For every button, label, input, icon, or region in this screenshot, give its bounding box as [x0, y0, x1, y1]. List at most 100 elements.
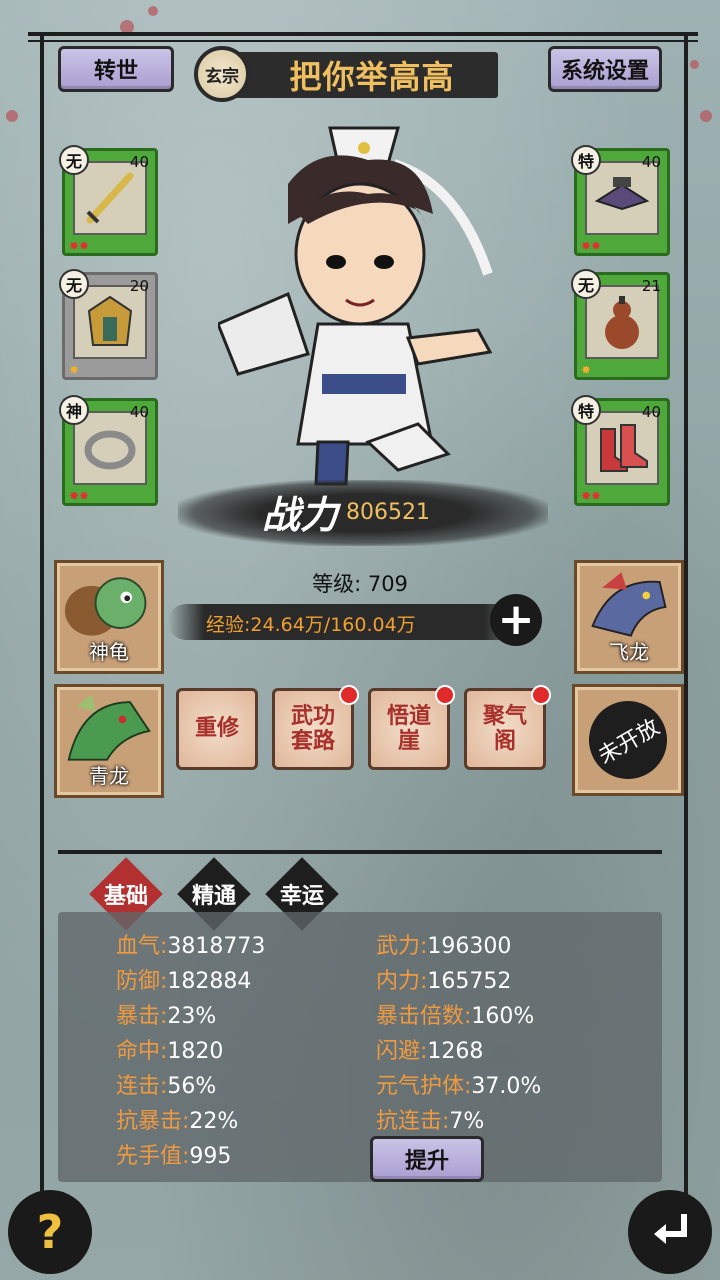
quality-tag: 无	[59, 269, 89, 299]
power-label: 战力	[262, 493, 339, 537]
stat-value: 3818773	[167, 934, 266, 959]
martial-arts-label: 武功套路	[290, 702, 335, 754]
retrain-button[interactable]: 重修	[176, 688, 258, 770]
equip-level: 20	[129, 277, 149, 295]
turtle-icon	[63, 569, 155, 641]
sword-icon	[73, 161, 147, 235]
system-settings-button[interactable]: 系统设置	[548, 46, 662, 92]
stat-value: 182884	[167, 969, 252, 994]
sect-badge: 玄宗	[194, 46, 250, 102]
notification-dot	[339, 685, 359, 705]
enlightenment-cliff-label: 悟道崖	[386, 702, 431, 754]
beast-slot-flying-dragon[interactable]: 飞龙	[574, 560, 684, 674]
stat-row: 先手值:995	[116, 1138, 231, 1170]
stat-value: 196300	[427, 934, 512, 959]
player-name: 把你举高高	[289, 58, 455, 96]
beast-name: 青龙	[89, 764, 129, 788]
blossom-decoration	[700, 110, 712, 122]
stat-value: 1268	[427, 1039, 484, 1064]
equip-level: 40	[641, 153, 661, 171]
equip-slot-armor[interactable]: 无 20 ✸	[59, 269, 158, 380]
tab-label: 幸运	[279, 884, 324, 909]
reincarnate-button[interactable]: 转世	[58, 46, 174, 92]
player-name-bar: 把你举高高	[232, 52, 498, 98]
stat-key: 暴击:	[116, 1004, 168, 1029]
quality-tag: 神	[59, 395, 89, 425]
stat-value: 165752	[427, 969, 512, 994]
qi-pavilion-label: 聚气阁	[482, 702, 527, 754]
star-rating: ✸	[69, 363, 80, 377]
blossom-decoration	[690, 60, 699, 69]
stat-row: 元气护体:37.0%	[376, 1068, 541, 1100]
notification-dot	[531, 685, 551, 705]
stat-row: 命中:1820	[116, 1033, 223, 1065]
boots-icon	[585, 411, 659, 485]
stat-key: 防御:	[116, 969, 168, 994]
stat-value: 37.0%	[471, 1074, 542, 1099]
beast-slot-azure-dragon[interactable]: 青龙	[54, 684, 164, 798]
martial-arts-button[interactable]: 武功套路	[272, 685, 359, 770]
equip-slot-boots[interactable]: 特 40 ✸✸	[571, 395, 670, 506]
stat-key: 暴击倍数:	[376, 1004, 472, 1029]
stat-key: 闪避:	[376, 1039, 428, 1064]
equip-level: 21	[641, 277, 661, 295]
notification-dot	[435, 685, 455, 705]
stat-value: 1820	[167, 1039, 224, 1064]
locked-slot: 未开放	[572, 684, 684, 796]
equip-level: 40	[129, 153, 149, 171]
beast-name: 神龟	[89, 640, 129, 664]
stat-row: 血气:3818773	[116, 928, 265, 960]
blossom-decoration	[148, 6, 158, 16]
star-rating: ✸	[581, 363, 592, 377]
stat-row: 抗暴击:22%	[116, 1103, 238, 1135]
tab-label: 基础	[103, 884, 148, 909]
gourd-icon	[585, 285, 659, 359]
stat-key: 命中:	[116, 1039, 168, 1064]
equip-level: 40	[129, 403, 149, 421]
return-arrow-icon	[646, 1206, 694, 1258]
star-rating: ✸✸	[581, 239, 602, 253]
stat-row: 内力:165752	[376, 963, 511, 995]
stat-row: 武力:196300	[376, 928, 511, 960]
hat-icon	[585, 161, 659, 235]
star-rating: ✸✸	[581, 489, 602, 503]
stat-value: 56%	[167, 1074, 217, 1099]
ring-icon	[73, 411, 147, 485]
stat-key: 连击:	[116, 1074, 168, 1099]
stat-key: 内力:	[376, 969, 428, 994]
equip-slot-weapon[interactable]: 无 40 ✸✸	[59, 145, 158, 256]
quality-tag: 无	[59, 145, 89, 175]
armor-icon	[73, 285, 147, 359]
stat-value: 160%	[471, 1004, 535, 1029]
stat-value: 7%	[449, 1109, 485, 1134]
stat-key: 元气护体:	[376, 1074, 472, 1099]
beast-slot-turtle[interactable]: 神龟	[54, 560, 164, 674]
stat-key: 武力:	[376, 934, 428, 959]
star-rating: ✸✸	[69, 489, 90, 503]
quality-tag: 无	[571, 269, 601, 299]
qi-pavilion-button[interactable]: 聚气阁	[464, 685, 551, 770]
quality-tag: 特	[571, 395, 601, 425]
stat-row: 闪避:1268	[376, 1033, 483, 1065]
stat-key: 抗暴击:	[116, 1109, 190, 1134]
section-divider	[58, 850, 662, 854]
equip-slot-accessory[interactable]: 无 21 ✸	[571, 269, 670, 380]
add-exp-button[interactable]: +	[490, 594, 542, 646]
enlightenment-cliff-button[interactable]: 悟道崖	[368, 685, 455, 770]
locked-label: 未开放	[574, 686, 682, 794]
equip-slot-hat[interactable]: 特 40 ✸✸	[571, 145, 670, 256]
help-button[interactable]: ?	[8, 1190, 92, 1274]
tab-label: 精通	[191, 884, 236, 909]
equip-level: 40	[641, 403, 661, 421]
stat-key: 先手值:	[116, 1144, 190, 1169]
stat-row: 防御:182884	[116, 963, 251, 995]
stat-row: 抗连击:7%	[376, 1103, 484, 1135]
raise-stats-button[interactable]: 提升	[370, 1136, 484, 1182]
stat-row: 暴击倍数:160%	[376, 998, 534, 1030]
equip-slot-ring[interactable]: 神 40 ✸✸	[59, 395, 158, 506]
hero-character[interactable]	[216, 124, 508, 494]
flying-dragon-icon	[583, 569, 675, 641]
azure-dragon-icon	[63, 693, 155, 765]
back-button[interactable]	[628, 1190, 712, 1274]
stat-key: 抗连击:	[376, 1109, 450, 1134]
